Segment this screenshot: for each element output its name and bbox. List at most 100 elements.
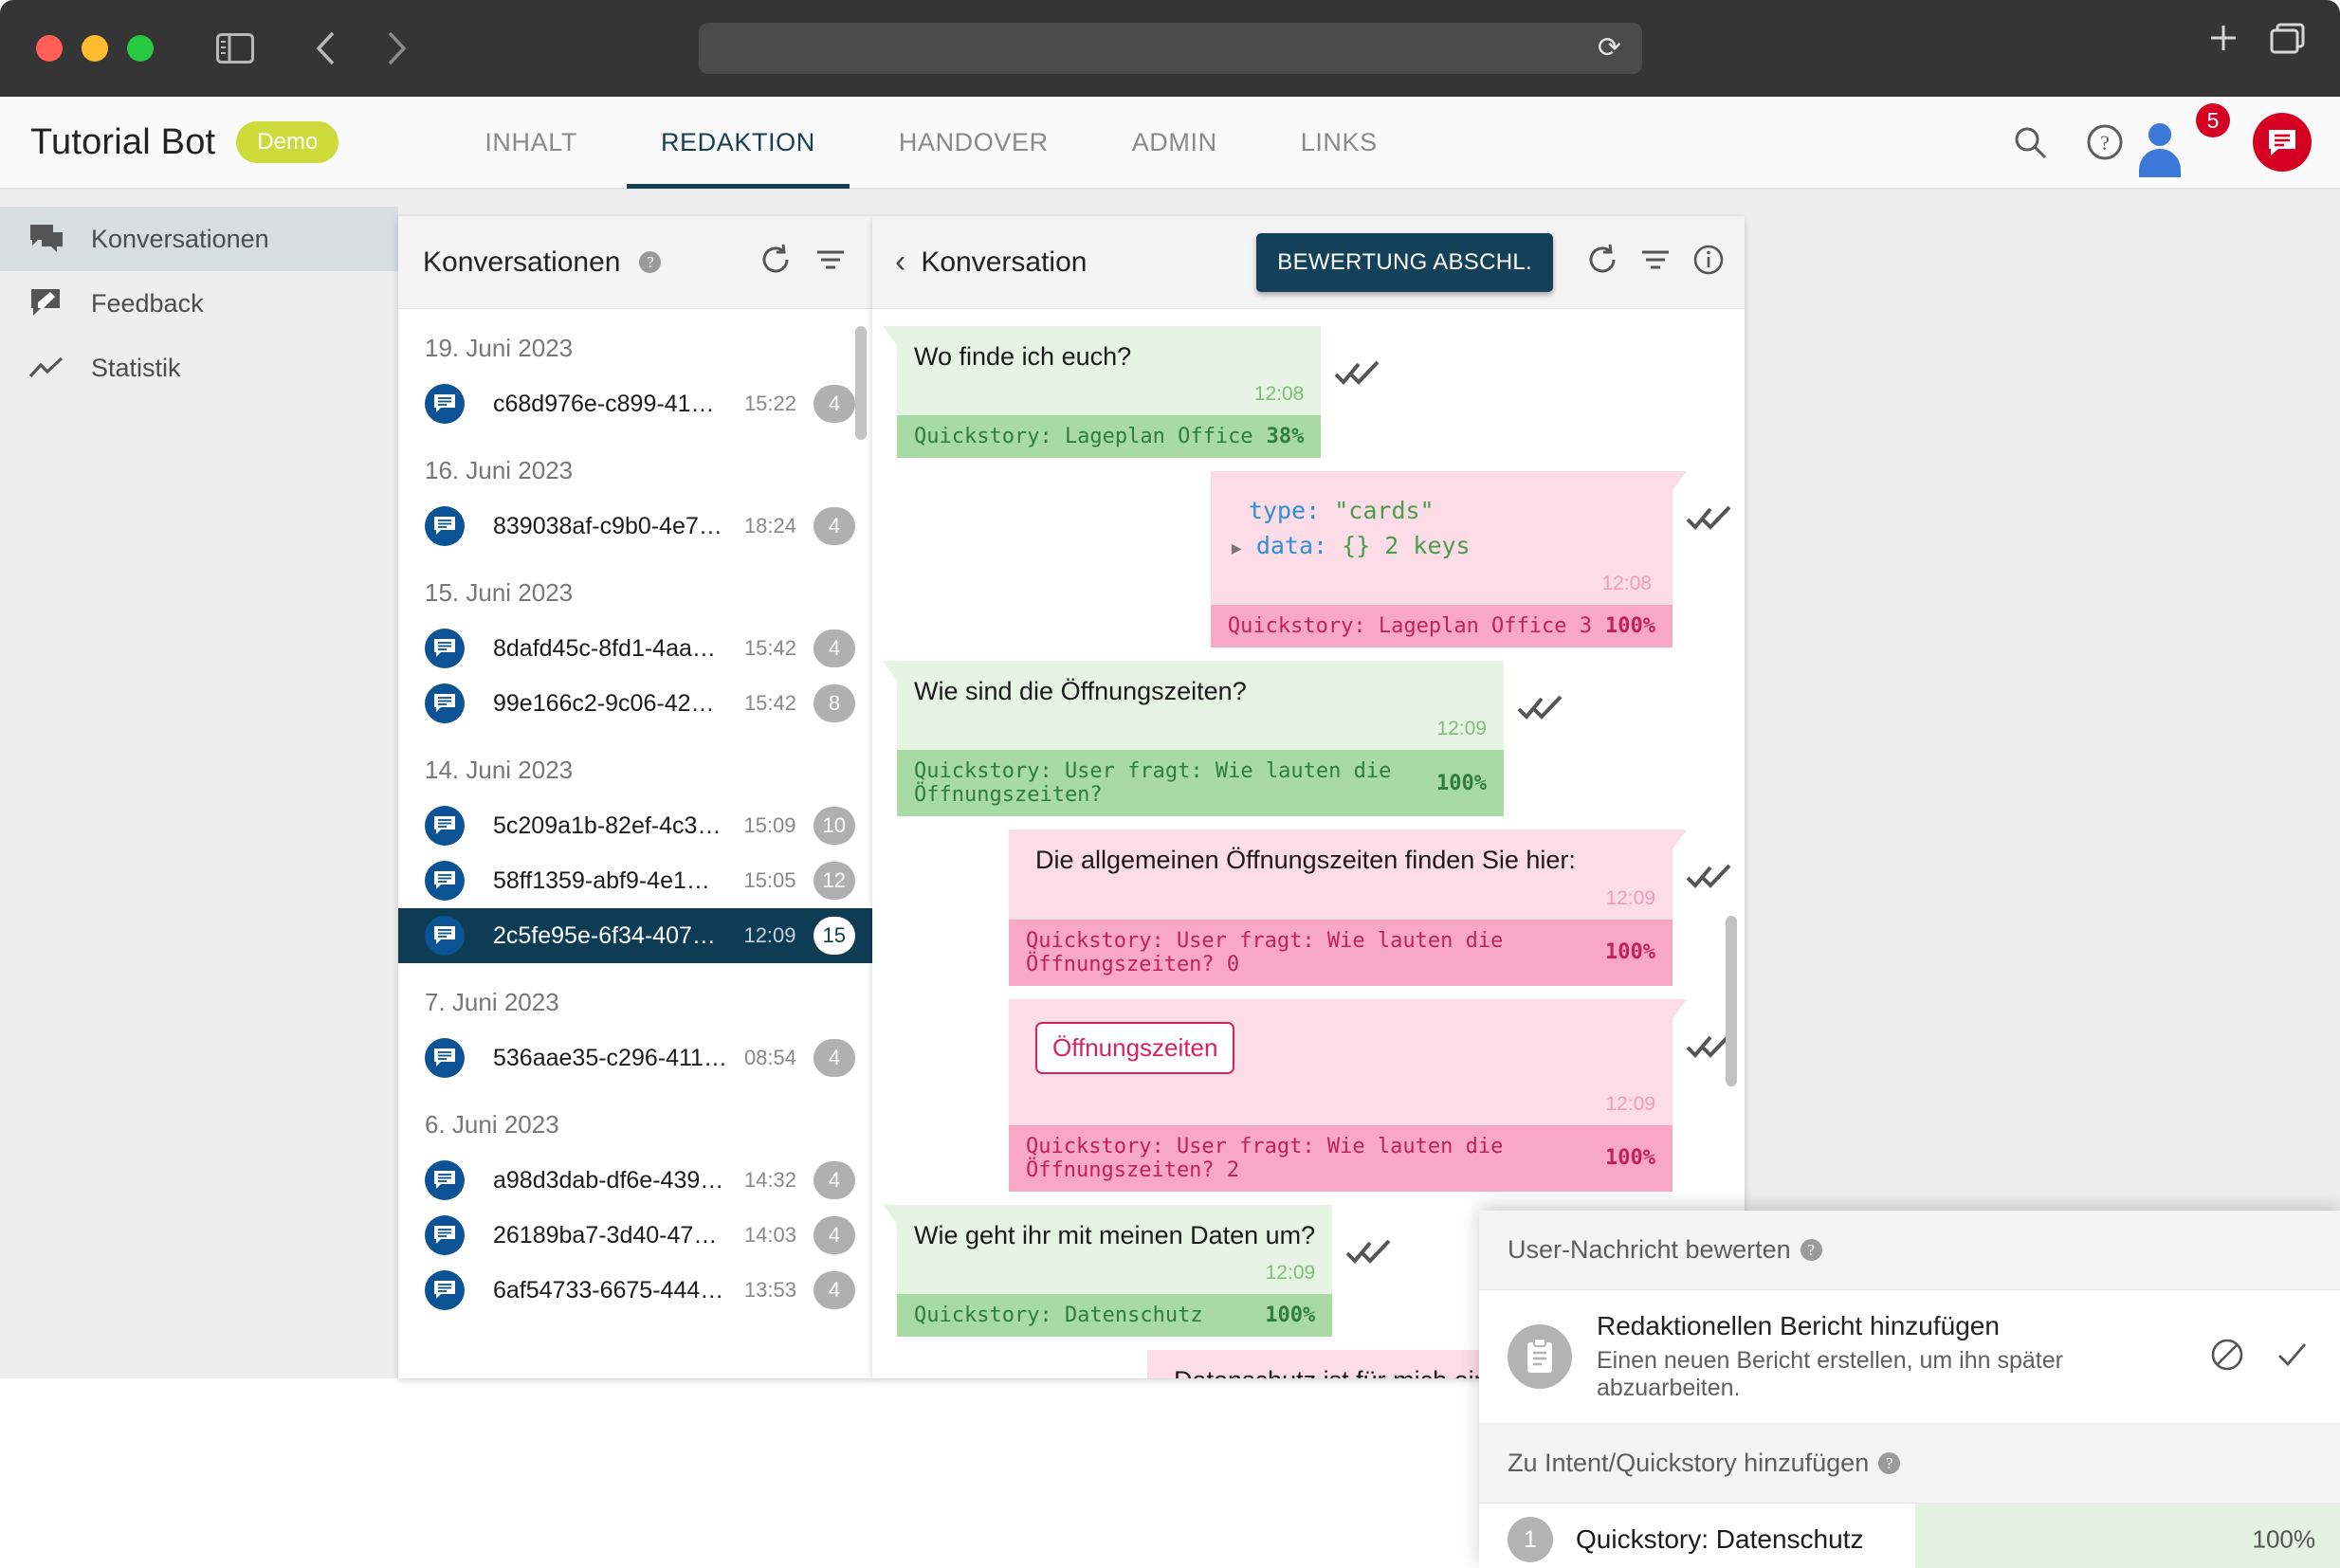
conversation-id: 6af54733-6675-444…	[493, 1276, 724, 1304]
bot-message-bubble[interactable]: Die allgemeinen Öffnungszeiten finden Si…	[1009, 830, 1687, 986]
finish-evaluation-button[interactable]: BEWERTUNG ABSCHL.	[1256, 232, 1553, 292]
message-time: 12:08	[1601, 572, 1652, 594]
chat-bubble-icon[interactable]	[2253, 113, 2312, 172]
user-message-bubble[interactable]: Wie sind die Öffnungszeiten? 12:09 Quick…	[883, 660, 1504, 817]
confidence-percent: 100%	[1265, 1304, 1316, 1328]
message-text: Wie geht ihr mit meinen Daten um?	[914, 1220, 1316, 1249]
list-item[interactable]: 8dafd45c-8fd1-4aa0… 15:42 4	[398, 621, 872, 676]
list-item[interactable]: 58ff1359-abf9-4e1… 15:05 12	[398, 853, 872, 908]
conversation-icon	[425, 1215, 465, 1255]
message-quickstory-footer: Quickstory: User fragt: Wie lauten die Ö…	[1009, 919, 1673, 986]
minimize-window-button[interactable]	[82, 35, 108, 62]
conversation-time: 12:09	[743, 923, 796, 947]
message-count-badge: 4	[814, 1039, 855, 1077]
close-window-button[interactable]	[36, 35, 63, 62]
list-item[interactable]: 99e166c2-9c06-425… 15:42 8	[398, 676, 872, 731]
conversation-id: 8dafd45c-8fd1-4aa0…	[493, 634, 727, 662]
popup-section-header-intent: Zu Intent/Quickstory hinzufügen ?	[1479, 1424, 2340, 1504]
message-count-badge: 10	[813, 807, 855, 845]
message-count-badge: 4	[814, 1216, 855, 1254]
tab-redaktion[interactable]: REDAKTION	[619, 96, 857, 189]
check-icon[interactable]	[2272, 1335, 2312, 1379]
app-header: Tutorial Bot Demo INHALT REDAKTION HANDO…	[0, 97, 2340, 190]
sidebar-toggle-icon[interactable]	[209, 22, 262, 75]
date-group-header: 14. Juni 2023	[425, 756, 574, 784]
help-circle-icon[interactable]: ?	[2084, 121, 2126, 163]
reload-icon[interactable]: ⟳	[1598, 34, 1621, 63]
user-message-bubble[interactable]: Wo finde ich euch? 12:08 Quickstory: Lag…	[883, 326, 1322, 459]
quick-reply-button[interactable]: Öffnungszeiten	[1035, 1021, 1235, 1074]
user-message-bubble[interactable]: Wie geht ihr mit meinen Daten um? 12:09 …	[883, 1204, 1333, 1338]
panel-title: Konversationen	[423, 246, 621, 278]
sidebar-item-feedback[interactable]: Feedback	[0, 271, 398, 336]
block-icon[interactable]	[2207, 1335, 2247, 1379]
browser-chrome-right	[2207, 22, 2306, 59]
add-editorial-report-row[interactable]: Redaktionellen Bericht hinzufügen Einen …	[1479, 1290, 2340, 1424]
bubble-tail	[883, 326, 898, 347]
tab-handover[interactable]: HANDOVER	[857, 96, 1090, 189]
conversations-list[interactable]: 19. Juni 2023 c68d976e-c899-41e… 15:22 4…	[398, 309, 872, 1378]
sidebar-item-label: Statistik	[91, 353, 181, 382]
filter-icon[interactable]	[814, 243, 848, 282]
message-quickstory-footer: Quickstory: User fragt: Wie lauten die Ö…	[897, 750, 1504, 817]
info-circle-icon[interactable]	[1691, 243, 1726, 282]
bot-message-bubble[interactable]: Öffnungszeiten 12:09 Quickstory: User fr…	[1009, 998, 1687, 1192]
filter-icon[interactable]	[1638, 243, 1673, 282]
maximize-window-button[interactable]	[127, 35, 154, 62]
conversations-scrollbar[interactable]	[855, 326, 867, 440]
bot-message-bubble[interactable]: type: "cards" ▶ data: {} 2 keys 12:08 Qu…	[1210, 471, 1687, 647]
browser-forward-button[interactable]	[370, 22, 423, 75]
help-circle-icon[interactable]: ?	[639, 251, 662, 273]
confidence-percent: 100%	[1605, 1146, 1655, 1171]
message-count-badge: 8	[814, 684, 855, 722]
list-item[interactable]: 536aae35-c296-411… 08:54 4	[398, 1030, 872, 1085]
expand-arrow-icon[interactable]: ▶	[1232, 538, 1242, 558]
list-item[interactable]: 839038af-c9b0-4e7… 18:24 4	[398, 499, 872, 554]
tab-links[interactable]: LINKS	[1259, 96, 1419, 189]
sidebar-item-konversationen[interactable]: Konversationen	[0, 207, 398, 271]
message-count-badge: 4	[814, 1161, 855, 1199]
section-title: Zu Intent/Quickstory hinzufügen	[1508, 1449, 1870, 1477]
message-time: 12:09	[1605, 1092, 1655, 1115]
conversation-time: 18:24	[743, 514, 796, 538]
conversation-time: 15:05	[743, 868, 796, 892]
refresh-icon[interactable]	[759, 243, 793, 282]
quickstory-label: Quickstory: Lageplan Office	[914, 425, 1253, 449]
intent-row[interactable]: 1 Quickstory: Datenschutz 100%	[1479, 1504, 2340, 1568]
sidebar-item-statistik[interactable]: Statistik	[0, 336, 398, 400]
url-bar[interactable]: ⟳	[699, 23, 1642, 74]
conversation-icon	[425, 384, 465, 424]
panel-actions	[759, 243, 848, 282]
demo-badge: Demo	[236, 121, 339, 163]
tab-inhalt[interactable]: INHALT	[443, 96, 619, 189]
chevron-left-icon[interactable]: ‹	[895, 244, 905, 281]
conversation-time: 15:42	[743, 691, 796, 715]
refresh-icon[interactable]	[1585, 243, 1619, 282]
list-item[interactable]: c68d976e-c899-41e… 15:22 4	[398, 376, 872, 431]
list-item[interactable]: 5c209a1b-82ef-4c3… 15:09 10	[398, 798, 872, 853]
date-group-header: 16. Juni 2023	[425, 456, 574, 484]
conversation-scrollbar[interactable]	[1726, 916, 1737, 1086]
conversation-id: 5c209a1b-82ef-4c3…	[493, 811, 722, 839]
bubble-body: Wie sind die Öffnungszeiten? 12:09	[897, 660, 1504, 751]
quickstory-label: Quickstory: User fragt: Wie lauten die Ö…	[1026, 1134, 1504, 1182]
message-time: 12:09	[1265, 1262, 1316, 1285]
help-circle-icon[interactable]: ?	[1878, 1452, 1901, 1474]
search-icon[interactable]	[2010, 122, 2050, 162]
conversation-id: 839038af-c9b0-4e7…	[493, 512, 722, 539]
conversation-icon	[425, 806, 465, 846]
list-item[interactable]: a98d3dab-df6e-439… 14:32 4	[398, 1153, 872, 1208]
message-count-badge: 15	[813, 917, 855, 955]
help-circle-icon[interactable]: ?	[1800, 1239, 1822, 1261]
browser-back-button[interactable]	[300, 22, 353, 75]
user-avatar[interactable]: 5	[2160, 103, 2230, 172]
list-item[interactable]: 6af54733-6675-444… 13:53 4	[398, 1263, 872, 1318]
intent-percent: 100%	[2252, 1524, 2316, 1554]
list-item-selected[interactable]: 2c5fe95e-6f34-407… 12:09 15	[398, 908, 872, 963]
date-group-header: 19. Juni 2023	[425, 334, 574, 362]
new-tab-icon[interactable]	[2207, 22, 2239, 59]
tab-overview-icon[interactable]	[2270, 22, 2306, 59]
tab-admin[interactable]: ADMIN	[1090, 96, 1259, 189]
list-item[interactable]: 26189ba7-3d40-47d… 14:03 4	[398, 1208, 872, 1263]
json-line[interactable]: ▶ data: {} 2 keys	[1232, 529, 1652, 563]
